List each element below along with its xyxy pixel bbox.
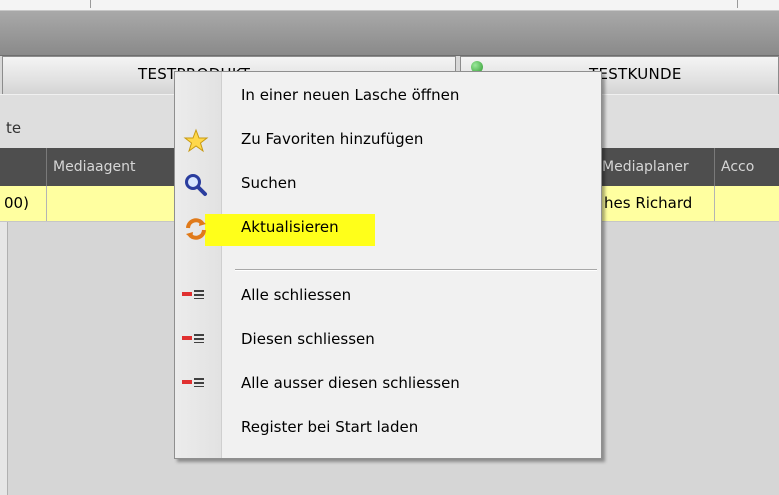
menu-item-load-on-start[interactable]: Register bei Start laden (175, 410, 601, 450)
menu-item-close-all[interactable]: Alle schliessen (175, 278, 601, 318)
menu-item-label: Suchen (241, 174, 297, 192)
menu-item-label: In einer neuen Lasche öffnen (241, 86, 460, 104)
menu-item-open-new-tab[interactable]: In einer neuen Lasche öffnen (175, 78, 601, 118)
menu-item-refresh[interactable]: Aktualisieren (175, 210, 601, 250)
refresh-icon (186, 218, 206, 240)
title-bar (0, 11, 779, 56)
menu-item-label: Aktualisieren (241, 218, 339, 236)
window-top-strip (0, 0, 779, 11)
menu-item-label: Zu Favoriten hinzufügen (241, 130, 424, 148)
menu-item-close-others[interactable]: Alle ausser diesen schliessen (175, 366, 601, 406)
menu-item-close-this[interactable]: Diesen schliessen (175, 322, 601, 362)
table-cell[interactable]: hes Richard (596, 186, 715, 221)
close-tabs-icon (182, 334, 206, 344)
grid-left-edge (0, 222, 8, 495)
close-tabs-icon (182, 290, 206, 300)
table-cell[interactable] (47, 186, 177, 221)
context-menu: In einer neuen Lasche öffnen Zu Favorite… (174, 71, 602, 459)
splitter-tick (90, 0, 91, 8)
table-cell[interactable] (715, 186, 779, 221)
column-header[interactable] (0, 148, 47, 186)
menu-item-search[interactable]: Suchen (175, 166, 601, 206)
search-icon (185, 174, 207, 196)
column-header-mediaplaner[interactable]: Mediaplaner (596, 148, 715, 186)
menu-item-label: Alle ausser diesen schliessen (241, 374, 460, 392)
tab-label: TESTKUNDE (589, 65, 682, 83)
column-header-mediaagent[interactable]: Mediaagent (47, 148, 177, 186)
star-icon (183, 128, 209, 153)
menu-item-label: Diesen schliessen (241, 330, 375, 348)
splitter-tick (737, 0, 738, 8)
menu-item-label: Register bei Start laden (241, 418, 419, 436)
menu-separator (235, 269, 597, 271)
menu-item-label: Alle schliessen (241, 286, 352, 304)
close-tabs-icon (182, 378, 206, 388)
column-header-account[interactable]: Acco (715, 148, 779, 186)
toolbar-label: te (6, 119, 22, 137)
table-cell[interactable]: 00) (0, 186, 47, 221)
menu-item-add-favorite[interactable]: Zu Favoriten hinzufügen (175, 122, 601, 162)
